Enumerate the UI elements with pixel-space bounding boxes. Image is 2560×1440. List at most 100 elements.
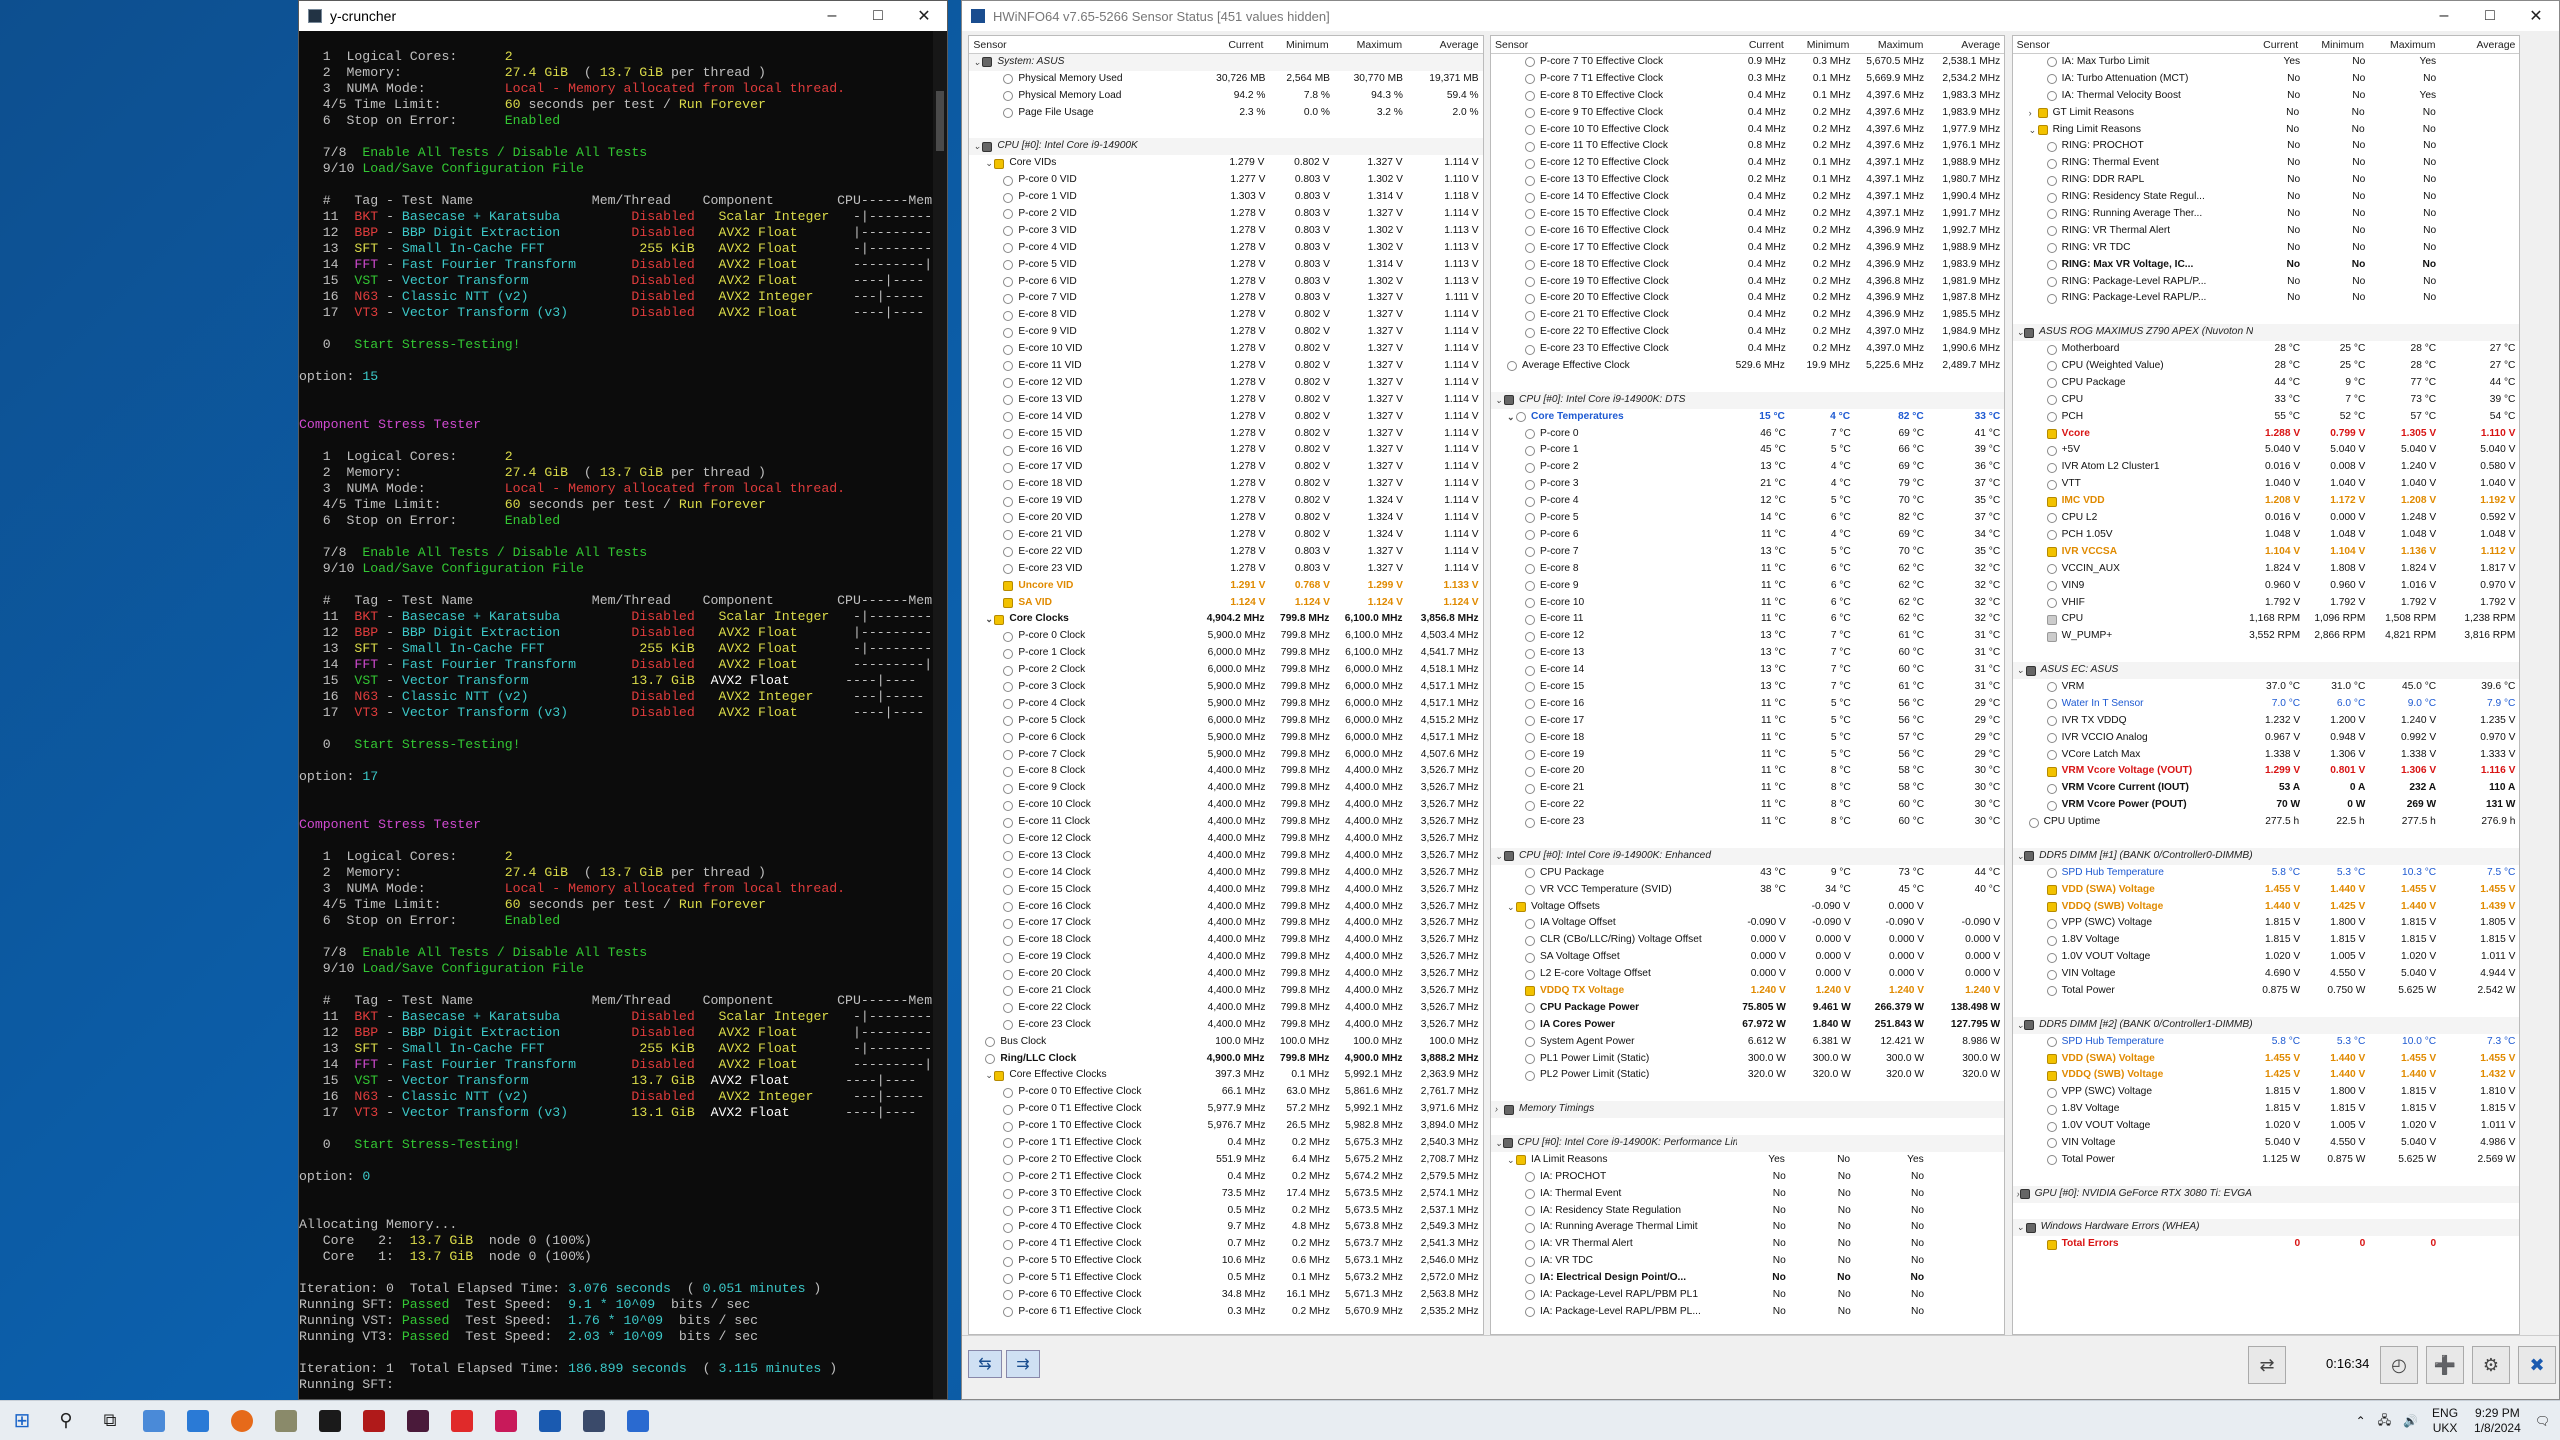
sensor-row[interactable] — [2013, 1203, 2520, 1220]
column-header[interactable]: Maximum — [1333, 36, 1407, 53]
sensor-group[interactable]: ⌄ASUS ROG MAXIMUS Z790 APEX (Nuvoton NCT… — [2012, 324, 2520, 342]
sensor-row[interactable]: E-core 13 T0 Effective Clock 0.2 MHz 0.1 M… — [1491, 172, 2004, 189]
collapse-icon[interactable]: ⌄ — [2017, 324, 2025, 341]
sensor-row[interactable]: ⌄ Core Effective Clocks 397.3 MHz 0.1 MHz 5,… — [969, 1067, 1482, 1084]
sensor-row[interactable]: P-core 4 Clock 5,900.0 MHz 799.8 MHz 6,000.… — [969, 696, 1482, 713]
volume-icon[interactable]: 🔊 — [2403, 1414, 2418, 1428]
sensor-row[interactable]: P-core 2 VID 1.278 V 0.803 V 1.327 V 1.114 V — [969, 206, 1482, 223]
close-sensors-icon[interactable]: ✖ — [2518, 1346, 2556, 1384]
column-header[interactable]: Maximum — [1853, 36, 1927, 53]
sensor-row[interactable]: E-core 15 T0 Effective Clock 0.4 MHz 0.2 M… — [1491, 206, 2004, 223]
sensor-row[interactable]: Total Power 1.125 W 0.875 W 5.625 W 2.569 W — [2013, 1152, 2520, 1169]
sensor-row[interactable]: E-core 21 11 °C 8 °C 58 °C 30 °C — [1491, 780, 2004, 797]
sensor-row[interactable]: E-core 8 Clock 4,400.0 MHz 799.8 MHz 4,400.… — [969, 763, 1482, 780]
sensor-row[interactable]: P-core 0 VID 1.277 V 0.803 V 1.302 V 1.110 V — [969, 172, 1482, 189]
sensor-row[interactable]: Uncore VID 1.291 V 0.768 V 1.299 V 1.133 V — [969, 578, 1482, 595]
sensor-row[interactable]: E-core 10 11 °C 6 °C 62 °C 32 °C — [1491, 595, 2004, 612]
sensor-row[interactable]: RING: VR Thermal Alert No No No — [2013, 223, 2520, 240]
sensor-row[interactable]: E-core 15 VID 1.278 V 0.802 V 1.327 V 1.114 … — [969, 426, 1482, 443]
sensor-row[interactable]: VIN Voltage 4.690 V 4.550 V 5.040 V 4.944 V — [2013, 966, 2520, 983]
sensor-row[interactable]: E-core 10 Clock 4,400.0 MHz 799.8 MHz 4,400… — [969, 797, 1482, 814]
sensor-row[interactable]: CPU 1,168 RPM 1,096 RPM 1,508 RPM 1,238 RPM — [2013, 611, 2520, 628]
column-header[interactable]: Minimum — [1267, 36, 1332, 53]
sensor-row[interactable]: E-core 12 VID 1.278 V 0.802 V 1.327 V 1.114 … — [969, 375, 1482, 392]
sensor-row[interactable]: E-core 11 Clock 4,400.0 MHz 799.8 MHz 4,400… — [969, 814, 1482, 831]
sensor-row[interactable]: VHIF 1.792 V 1.792 V 1.792 V 1.792 V — [2013, 595, 2520, 612]
sensor-row[interactable]: IMC VDD 1.208 V 1.172 V 1.208 V 1.192 V — [2013, 493, 2520, 510]
sensor-row[interactable]: P-core 3 T1 Effective Clock 0.5 MHz 0.2 MH… — [969, 1203, 1482, 1220]
collapse-icon[interactable]: ⌄ — [1495, 1135, 1503, 1152]
sensor-row[interactable]: 1.8V Voltage 1.815 V 1.815 V 1.815 V 1.815 V — [2013, 932, 2520, 949]
app-icon[interactable] — [264, 1401, 308, 1440]
settings-icon[interactable]: ⚙ — [2472, 1346, 2510, 1384]
column-header[interactable]: Sensor — [2013, 36, 2226, 53]
sensor-row[interactable]: P-core 3 Clock 5,900.0 MHz 799.8 MHz 6,000.… — [969, 679, 1482, 696]
sensor-row[interactable]: P-core 1 VID 1.303 V 0.803 V 1.314 V 1.118 V — [969, 189, 1482, 206]
sensor-row[interactable]: VRM 37.0 °C 31.0 °C 45.0 °C 39.6 °C — [2013, 679, 2520, 696]
nav-left-icon[interactable]: ⇆ — [968, 1350, 1002, 1378]
sensor-row[interactable]: ⌄ Ring Limit Reasons No No No — [2013, 122, 2520, 139]
sensor-row[interactable] — [1491, 1118, 2004, 1135]
sensor-row[interactable] — [2013, 645, 2520, 662]
sensor-row[interactable]: Physical Memory Used 30,726 MB 2,564 MB 30,… — [969, 71, 1482, 88]
sensor-row[interactable]: ⌄ Core VIDs 1.279 V 0.802 V 1.327 V 1.114 V — [969, 155, 1482, 172]
column-header[interactable]: Average — [1406, 36, 1482, 53]
sensor-row[interactable] — [1491, 375, 2004, 392]
sensor-row[interactable]: E-core 18 VID 1.278 V 0.802 V 1.327 V 1.114 … — [969, 476, 1482, 493]
collapse-icon[interactable]: ⌄ — [1495, 392, 1504, 409]
sensor-row[interactable]: P-core 6 11 °C 4 °C 69 °C 34 °C — [1491, 527, 2004, 544]
sensor-row[interactable]: E-core 9 11 °C 6 °C 62 °C 32 °C — [1491, 578, 2004, 595]
sensor-row[interactable]: E-core 21 VID 1.278 V 0.802 V 1.324 V 1.114 … — [969, 527, 1482, 544]
column-header[interactable]: Average — [1927, 36, 2004, 53]
sensor-row[interactable]: CPU Uptime 277.5 h 22.5 h 277.5 h 276.9 h — [2013, 814, 2520, 831]
sensor-row[interactable]: VDD (SWA) Voltage 1.455 V 1.440 V 1.455 V 1.… — [2013, 1051, 2520, 1068]
sensor-group[interactable]: › GPU [#0]: NVIDIA GeForce RTX 3080 Ti: E… — [2012, 1185, 2520, 1203]
sensor-row[interactable]: P-core 7 13 °C 5 °C 70 °C 35 °C — [1491, 544, 2004, 561]
notifications-icon[interactable]: 🗨 — [2535, 1414, 2550, 1428]
sensor-row[interactable]: E-core 11 T0 Effective Clock 0.8 MHz 0.2 M… — [1491, 138, 2004, 155]
sensor-row[interactable]: E-core 17 Clock 4,400.0 MHz 799.8 MHz 4,400… — [969, 915, 1482, 932]
sensor-group[interactable]: ⌄ CPU [#0]: Intel Core i9-14900K: Perform… — [1491, 1135, 2005, 1152]
sensor-row[interactable]: E-core 23 T0 Effective Clock 0.4 MHz 0.2 M… — [1491, 341, 2004, 358]
minimize-button[interactable]: – — [809, 1, 855, 31]
sensor-row[interactable] — [1491, 1084, 2004, 1101]
sensor-row[interactable]: E-core 9 Clock 4,400.0 MHz 799.8 MHz 4,400.… — [969, 780, 1482, 797]
column-header[interactable]: Sensor — [1491, 36, 1708, 53]
sensor-row[interactable]: E-core 14 T0 Effective Clock 0.4 MHz 0.2 M… — [1491, 189, 2004, 206]
sensor-row[interactable]: VDDQ (SWB) Voltage 1.440 V 1.425 V 1.440 V1… — [2013, 899, 2520, 916]
sensor-row[interactable]: SPD Hub Temperature 5.8 °C 5.3 °C 10.3 °C 7.… — [2013, 865, 2520, 882]
sensor-row[interactable]: P-core 7 VID 1.278 V 0.803 V 1.327 V 1.111 V — [969, 290, 1482, 307]
tray-chevron-icon[interactable]: ⌃ — [2356, 1414, 2366, 1428]
sensor-row[interactable]: RING: VR TDC No No No — [2013, 240, 2520, 257]
sensor-row[interactable]: PCH 1.05V 1.048 V 1.048 V 1.048 V 1.048 V — [2013, 527, 2520, 544]
sensor-row[interactable]: SA Voltage Offset 0.000 V 0.000 V 0.000 V 0.… — [1491, 949, 2004, 966]
sensor-row[interactable]: ⌄ Core Temperatures 15 °C 4 °C 82 °C 33 °C — [1491, 409, 2004, 426]
sensor-row[interactable]: P-core 3 21 °C 4 °C 79 °C 37 °C — [1491, 476, 2004, 493]
sensor-row[interactable]: CPU (Weighted Value) 28 °C 25 °C 28 °C 27 °C — [2013, 358, 2520, 375]
sensor-pane[interactable]: Sensor Current Minimum Maximum Average IA: Ma… — [2011, 35, 2521, 1335]
sensor-row[interactable]: VPP (SWC) Voltage 1.815 V 1.800 V 1.815 V 1.… — [2013, 915, 2520, 932]
sensor-row[interactable]: E-core 19 11 °C 5 °C 56 °C 29 °C — [1491, 747, 2004, 764]
sensor-group[interactable]: ⌄ DDR5 DIMM [#1] (BANK 0/Controller0-DIMM… — [2012, 847, 2520, 865]
column-header[interactable]: Sensor — [969, 36, 1193, 53]
sensor-row[interactable]: E-core 22 11 °C 8 °C 60 °C 30 °C — [1491, 797, 2004, 814]
sensor-row[interactable]: P-core 4 T1 Effective Clock 0.7 MHz 0.2 MH… — [969, 1236, 1482, 1253]
sensor-row[interactable]: ⌄ Voltage Offsets -0.090 V 0.000 V — [1491, 899, 2004, 916]
sensor-row[interactable]: IVR TX VDDQ 1.232 V 1.200 V 1.240 V 1.235 V — [2013, 713, 2520, 730]
sensor-row[interactable]: Water In T Sensor 7.0 °C 6.0 °C 9.0 °C 7.9 °… — [2013, 696, 2520, 713]
sensor-row[interactable]: IA: Package-Level RAPL/PBM PL... No No No — [1491, 1304, 2004, 1321]
collapse-icon[interactable]: ⌄ — [2029, 122, 2038, 139]
sensor-row[interactable]: P-core 5 T0 Effective Clock 10.6 MHz 0.6 M… — [969, 1253, 1482, 1270]
sensor-row[interactable]: E-core 19 T0 Effective Clock 0.4 MHz 0.2 M… — [1491, 274, 2004, 291]
sensor-row[interactable]: Total Errors 0 0 0 — [2013, 1236, 2520, 1253]
collapse-icon[interactable]: ⌄ — [2017, 1017, 2025, 1034]
sensor-pane[interactable]: Sensor Current Minimum Maximum Average ⌄ Syste… — [968, 35, 1484, 1335]
sensor-row[interactable]: PCH 55 °C 52 °C 57 °C 54 °C — [2013, 409, 2520, 426]
sensor-row[interactable]: VCore Latch Max 1.338 V 1.306 V 1.338 V 1.33… — [2013, 747, 2520, 764]
sensor-row[interactable]: E-core 18 Clock 4,400.0 MHz 799.8 MHz 4,400… — [969, 932, 1482, 949]
sensor-header[interactable]: Sensor Current Minimum Maximum Average — [1491, 36, 2005, 54]
sensor-row[interactable]: P-core 7 T1 Effective Clock 0.3 MHz 0.1 MH… — [1491, 71, 2004, 88]
sensor-row[interactable] — [2013, 1000, 2520, 1017]
sensor-row[interactable]: E-core 18 T0 Effective Clock 0.4 MHz 0.2 M… — [1491, 257, 2004, 274]
nav-right-icon[interactable]: ⇉ — [1006, 1350, 1040, 1378]
